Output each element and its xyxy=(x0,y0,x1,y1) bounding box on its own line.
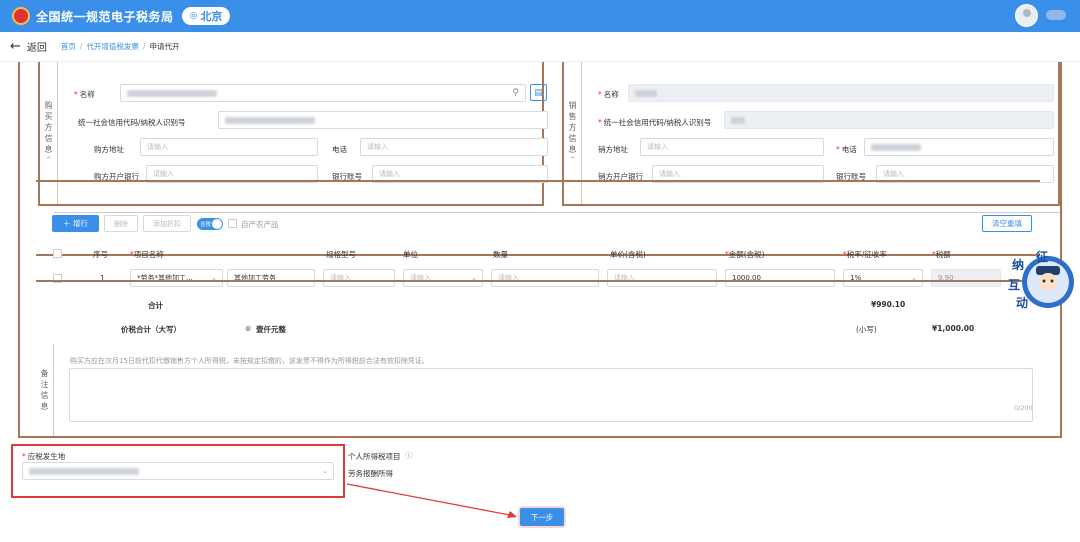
remarks-section: 备 注 信 息 购买方应在次月15日前代扣代缴销售方个人所得税，未按规定扣缴的，… xyxy=(36,344,1040,436)
user-avatar[interactable] xyxy=(1015,4,1038,27)
buyer-name-label: * 名称 xyxy=(74,90,95,99)
breadcrumb-home[interactable]: 首页 xyxy=(61,41,76,52)
remarks-counter: 0/200 xyxy=(1014,404,1033,412)
chevron-up-icon: ^ xyxy=(45,156,52,164)
breadcrumb-current: 申请代开 xyxy=(149,42,180,51)
remarks-hint: 购买方应在次月15日前代扣代缴销售方个人所得税，未按规定扣缴的，该发票不得作为所… xyxy=(70,357,429,365)
region-selector[interactable]: ◎ 北京 xyxy=(181,7,231,25)
price-total-uppercase: 壹仟元整 xyxy=(256,325,286,334)
app-title: 全国统一规范电子税务局 xyxy=(36,9,174,24)
buyer-name-input[interactable]: ⚲ xyxy=(120,84,526,102)
income-tax-value: 劳务报酬所得 xyxy=(348,469,393,478)
annotation-arrow xyxy=(346,483,517,518)
income-tax-label: 个人所得税项目 xyxy=(348,452,401,461)
items-table xyxy=(36,180,1040,256)
tax-emblem-logo xyxy=(12,7,30,25)
buyer-tax-id-input[interactable] xyxy=(218,111,548,129)
document-icon: ▤ xyxy=(534,87,543,98)
tax-place-select[interactable]: ⌄ xyxy=(22,462,334,480)
arrow-left-icon: ← xyxy=(10,39,21,54)
buyer-lookup-button[interactable]: ▤ xyxy=(530,84,547,101)
seller-phone-input[interactable] xyxy=(864,138,1054,156)
info-icon[interactable]: ⓘ xyxy=(405,450,413,461)
mascot-char-1: 征 xyxy=(1036,250,1049,264)
mascot-char-4: 动 xyxy=(1016,296,1029,310)
seller-tax-id-input xyxy=(724,111,1054,129)
seller-address-input[interactable]: 请输入 xyxy=(640,138,824,156)
back-label: 返回 xyxy=(26,43,47,54)
price-total-row xyxy=(36,256,1040,282)
mascot-assistant[interactable]: 征 纳 互 动 xyxy=(1006,246,1080,314)
buyer-phone-input[interactable]: 请输入 xyxy=(360,138,548,156)
seller-name-input xyxy=(628,84,1054,102)
remarks-textarea[interactable] xyxy=(69,368,1033,422)
seller-address-label: 销方地址 xyxy=(598,145,628,154)
buyer-tax-id-label: 统一社会信用代码/纳税人识别号 xyxy=(78,118,186,127)
seller-name-label: * 名称 xyxy=(598,90,619,99)
price-total-small-label: (小写) xyxy=(856,325,877,334)
buyer-phone-label: 电话 xyxy=(332,145,347,154)
tax-place-label: * 应税发生地 xyxy=(22,452,66,461)
back-button[interactable]: ← 返回 xyxy=(10,39,47,54)
region-label: 北京 xyxy=(200,10,223,23)
total-amount: ¥990.10 xyxy=(871,300,906,309)
search-icon[interactable]: ⚲ xyxy=(512,88,519,98)
mascot-char-2: 纳 xyxy=(1012,258,1025,272)
chevron-up-icon: ^ xyxy=(569,156,576,164)
buyer-address-label: 购方地址 xyxy=(94,145,124,154)
uppercase-currency-icon: ⊗ xyxy=(245,324,252,333)
chevron-down-icon: ⌄ xyxy=(322,467,328,475)
breadcrumb-bar: ← 返回 首页 / 代开增值税发票 / 申请代开 xyxy=(0,32,1080,62)
seller-tax-id-label: * 统一社会信用代码/纳税人识别号 xyxy=(598,118,712,127)
top-bar: 全国统一规范电子税务局 ◎ 北京 xyxy=(0,0,1080,32)
next-step-button[interactable]: 下一步 xyxy=(520,508,564,526)
location-pin-icon: ◎ xyxy=(189,11,198,21)
price-total-label: 价税合计（大写） xyxy=(121,325,181,334)
top-toggle-icon[interactable] xyxy=(1046,10,1066,20)
buyer-address-input[interactable]: 请输入 xyxy=(140,138,318,156)
seller-phone-label: * 电话 xyxy=(836,145,857,154)
breadcrumb-invoice[interactable]: 代开增值税发票 xyxy=(86,41,139,52)
total-label: 合计 xyxy=(148,301,163,310)
price-total-small-value: ¥1,000.00 xyxy=(932,324,975,333)
remarks-section-label: 备 注 信 息 xyxy=(36,344,54,436)
mascot-char-3: 互 xyxy=(1008,278,1021,292)
